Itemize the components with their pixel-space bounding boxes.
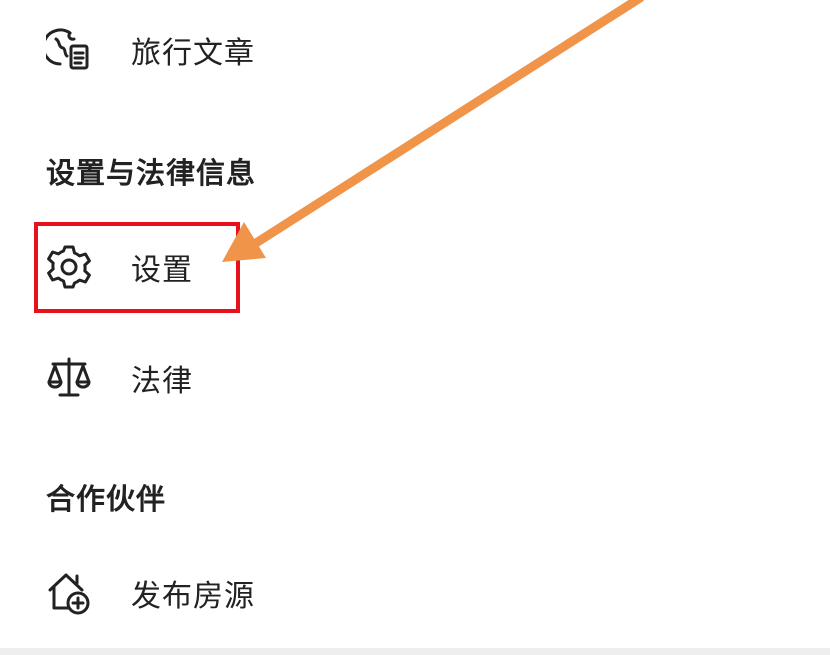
house-plus-icon: [44, 568, 94, 618]
section-header-settings-legal: 设置与法律信息: [46, 156, 257, 190]
highlight-box: [34, 222, 240, 313]
menu-item-label: 法律: [131, 364, 193, 399]
section-header-partners: 合作伙伴: [46, 482, 167, 516]
globe-document-icon: [44, 25, 94, 75]
bottom-divider: [0, 648, 830, 655]
menu-item-legal[interactable]: 法律: [0, 338, 830, 418]
scales-icon: [44, 353, 94, 403]
menu-item-list-property[interactable]: 发布房源: [0, 553, 830, 633]
menu-item-travel-articles[interactable]: 旅行文章: [0, 10, 830, 90]
menu-item-label: 发布房源: [131, 579, 255, 614]
menu-item-label: 旅行文章: [131, 36, 255, 71]
